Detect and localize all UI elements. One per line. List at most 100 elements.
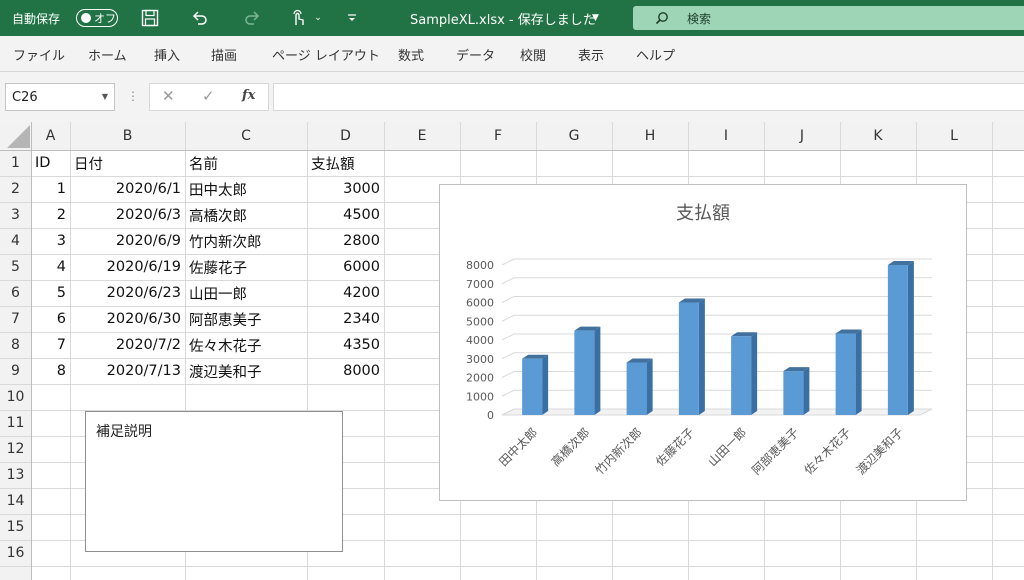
column-header-l[interactable]: L [916, 122, 992, 150]
row-header[interactable]: 10 [0, 384, 31, 410]
cell-name[interactable]: 高橋次郎 [185, 202, 307, 228]
tab-view[interactable]: 表示 [578, 36, 604, 72]
cell-date[interactable]: 2020/6/30 [70, 306, 185, 332]
search-label: 検索 [687, 11, 712, 26]
column-header-h[interactable]: H [612, 122, 688, 150]
row-header[interactable]: 14 [0, 488, 31, 514]
cell-id[interactable]: 5 [31, 280, 70, 306]
column-header-e[interactable]: E [384, 122, 460, 150]
cell-date[interactable]: 2020/7/13 [70, 358, 185, 384]
cell-name[interactable]: 佐藤花子 [185, 254, 307, 280]
formula-input[interactable] [273, 83, 1024, 111]
cancel-icon[interactable]: ✕ [162, 87, 175, 105]
cell-id[interactable]: 1 [31, 176, 70, 202]
cell-name[interactable]: 竹内新次郎 [185, 228, 307, 254]
cell-id[interactable]: 6 [31, 306, 70, 332]
cell-a1[interactable]: ID [31, 150, 70, 176]
payment-chart[interactable]: 支払額 0 1000 2000 3000 4000 5000 6000 7000 8000 田中太郎… [439, 184, 967, 501]
column-header-f[interactable]: F [460, 122, 536, 150]
bar [783, 371, 804, 415]
column-header-i[interactable]: I [688, 122, 764, 150]
row-header[interactable]: 4 [0, 228, 31, 254]
cell-id[interactable]: 3 [31, 228, 70, 254]
search-box[interactable]: 検索 [633, 6, 1024, 30]
cell-date[interactable]: 2020/6/9 [70, 228, 185, 254]
column-header-c[interactable]: C [185, 122, 307, 150]
row-header[interactable]: 16 [0, 540, 31, 566]
cell-amount[interactable]: 6000 [307, 254, 384, 280]
row-header[interactable]: 5 [0, 254, 31, 280]
customize-toolbar-icon[interactable] [340, 6, 364, 30]
formula-bar-grip-icon[interactable]: ⋮ [127, 89, 139, 103]
enter-icon[interactable]: ✓ [202, 87, 215, 105]
row-header[interactable]: 3 [0, 202, 31, 228]
cell-id[interactable]: 8 [31, 358, 70, 384]
cell-date[interactable]: 2020/7/2 [70, 332, 185, 358]
row-header[interactable]: 12 [0, 436, 31, 462]
autosave-toggle[interactable]: オフ [76, 9, 118, 27]
bar-side [646, 358, 653, 415]
cell-amount[interactable]: 4200 [307, 280, 384, 306]
tab-data[interactable]: データ [456, 36, 495, 72]
cell-b1[interactable]: 日付 [70, 150, 185, 176]
cell-amount[interactable]: 4350 [307, 332, 384, 358]
cell-id[interactable]: 4 [31, 254, 70, 280]
row-header[interactable]: 2 [0, 176, 31, 202]
note-textbox[interactable]: 補足説明 [85, 411, 343, 552]
cell-date[interactable]: 2020/6/23 [70, 280, 185, 306]
name-box[interactable]: C26 ▼ [5, 83, 115, 111]
redo-icon[interactable] [240, 6, 264, 30]
cell-amount[interactable]: 8000 [307, 358, 384, 384]
formula-buttons: ✕ ✓ fx [149, 83, 269, 111]
cell-amount[interactable]: 2340 [307, 306, 384, 332]
bar-side [803, 367, 810, 415]
tab-formulas[interactable]: 数式 [398, 36, 424, 72]
cell-date[interactable]: 2020/6/3 [70, 202, 185, 228]
insert-function-icon[interactable]: fx [242, 88, 255, 103]
name-box-dropdown-icon[interactable]: ▼ [102, 92, 108, 101]
bar [574, 330, 595, 415]
column-header-a[interactable]: A [31, 122, 70, 150]
tab-file[interactable]: ファイル [13, 36, 65, 72]
tab-home[interactable]: ホーム [88, 36, 127, 72]
cell-date[interactable]: 2020/6/1 [70, 176, 185, 202]
row-header[interactable]: 11 [0, 410, 31, 436]
cell-name[interactable]: 山田一郎 [185, 280, 307, 306]
cell-id[interactable]: 2 [31, 202, 70, 228]
tab-page-layout[interactable]: ページ レイアウト [272, 36, 380, 72]
cell-id[interactable]: 7 [31, 332, 70, 358]
column-header-b[interactable]: B [70, 122, 185, 150]
row-header[interactable]: 7 [0, 306, 31, 332]
cell-date[interactable]: 2020/6/19 [70, 254, 185, 280]
x-tick-label: 佐藤花子 [652, 425, 697, 470]
tab-review[interactable]: 校閲 [520, 36, 546, 72]
cell-amount[interactable]: 2800 [307, 228, 384, 254]
cell-name[interactable]: 阿部恵美子 [185, 306, 307, 332]
cell-c1[interactable]: 名前 [185, 150, 307, 176]
row-header[interactable]: 9 [0, 358, 31, 384]
save-icon[interactable] [138, 6, 162, 30]
cell-name[interactable]: 佐々木花子 [185, 332, 307, 358]
cell-amount[interactable]: 4500 [307, 202, 384, 228]
undo-icon[interactable] [188, 6, 212, 30]
row-header[interactable]: 8 [0, 332, 31, 358]
row-header[interactable]: 1 [0, 150, 31, 176]
chevron-down-icon[interactable]: ⌄ [306, 6, 330, 30]
column-header-k[interactable]: K [840, 122, 916, 150]
tab-help[interactable]: ヘルプ [636, 36, 675, 72]
x-tick-label: 佐々木花子 [801, 425, 854, 478]
x-tick-label: 高橋次郎 [548, 425, 593, 470]
tab-insert[interactable]: 挿入 [154, 36, 180, 72]
cell-amount[interactable]: 3000 [307, 176, 384, 202]
row-header[interactable]: 6 [0, 280, 31, 306]
cell-name[interactable]: 渡辺美和子 [185, 358, 307, 384]
row-header[interactable]: 15 [0, 514, 31, 540]
column-header-g[interactable]: G [536, 122, 612, 150]
tab-draw[interactable]: 描画 [211, 36, 237, 72]
cell-d1[interactable]: 支払額 [307, 150, 384, 176]
column-header-d[interactable]: D [307, 122, 384, 150]
column-header-j[interactable]: J [764, 122, 840, 150]
title-dropdown-icon[interactable]: ▼ [592, 0, 599, 36]
cell-name[interactable]: 田中太郎 [185, 176, 307, 202]
row-header[interactable]: 13 [0, 462, 31, 488]
